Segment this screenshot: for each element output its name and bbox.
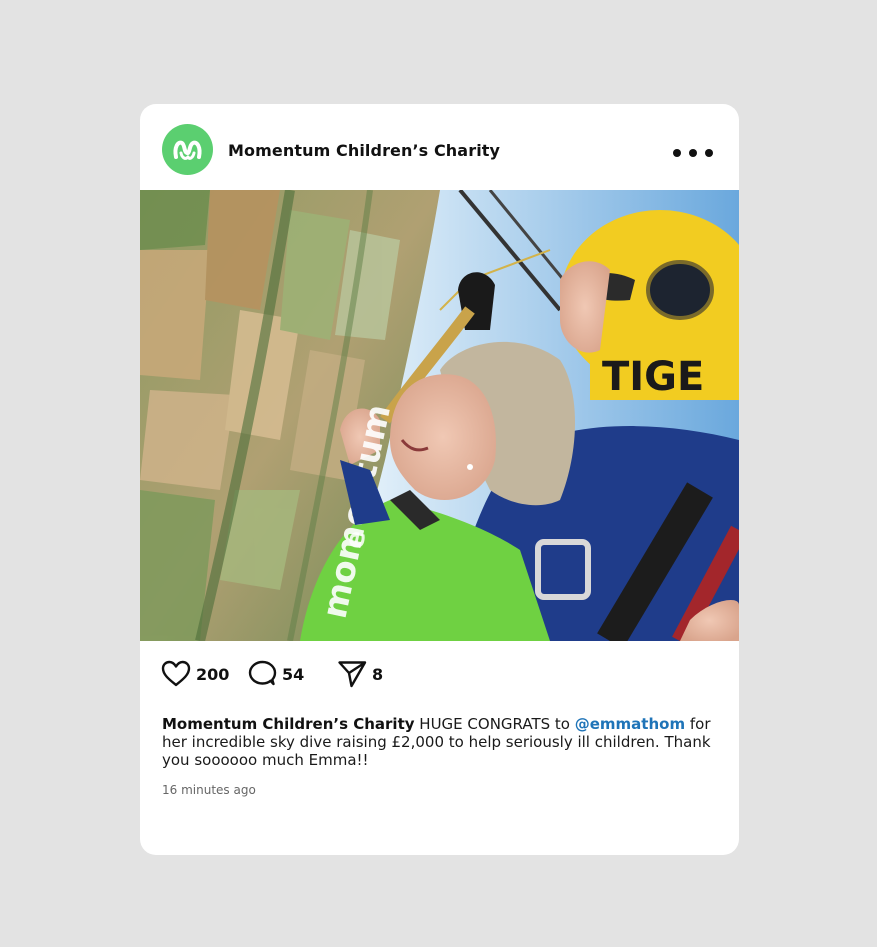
comment-icon	[248, 660, 277, 686]
post-header: Momentum Children’s Charity	[140, 104, 739, 190]
caption-mention[interactable]: @emmathom	[575, 715, 685, 733]
post-photo[interactable]: TIGE momentum e	[140, 190, 739, 641]
post-caption: Momentum Children’s Charity HUGE CONGRAT…	[162, 715, 722, 769]
post-card: Momentum Children’s Charity TIGE e 200 5…	[140, 104, 739, 855]
avatar[interactable]	[162, 124, 213, 175]
send-icon	[338, 661, 367, 688]
comment-button[interactable]: 54	[246, 658, 304, 690]
momentum-logo-icon	[173, 140, 202, 160]
likes-count: 200	[196, 664, 230, 684]
caption-text-before: HUGE CONGRATS to	[414, 715, 575, 733]
account-name[interactable]: Momentum Children’s Charity	[228, 141, 500, 160]
skydive-photo: TIGE momentum e	[140, 190, 739, 641]
caption-author[interactable]: Momentum Children’s Charity	[162, 715, 415, 733]
share-button[interactable]: 8	[336, 658, 383, 690]
post-timestamp: 16 minutes ago	[162, 783, 256, 797]
comments-count: 54	[282, 664, 305, 684]
like-button[interactable]: 200	[160, 658, 229, 690]
heart-icon	[161, 660, 191, 687]
shares-count: 8	[372, 664, 384, 684]
more-options-icon[interactable]	[673, 146, 713, 160]
helmet-text: TIGE	[602, 354, 704, 400]
post-actions: 200 54 8	[140, 641, 739, 705]
